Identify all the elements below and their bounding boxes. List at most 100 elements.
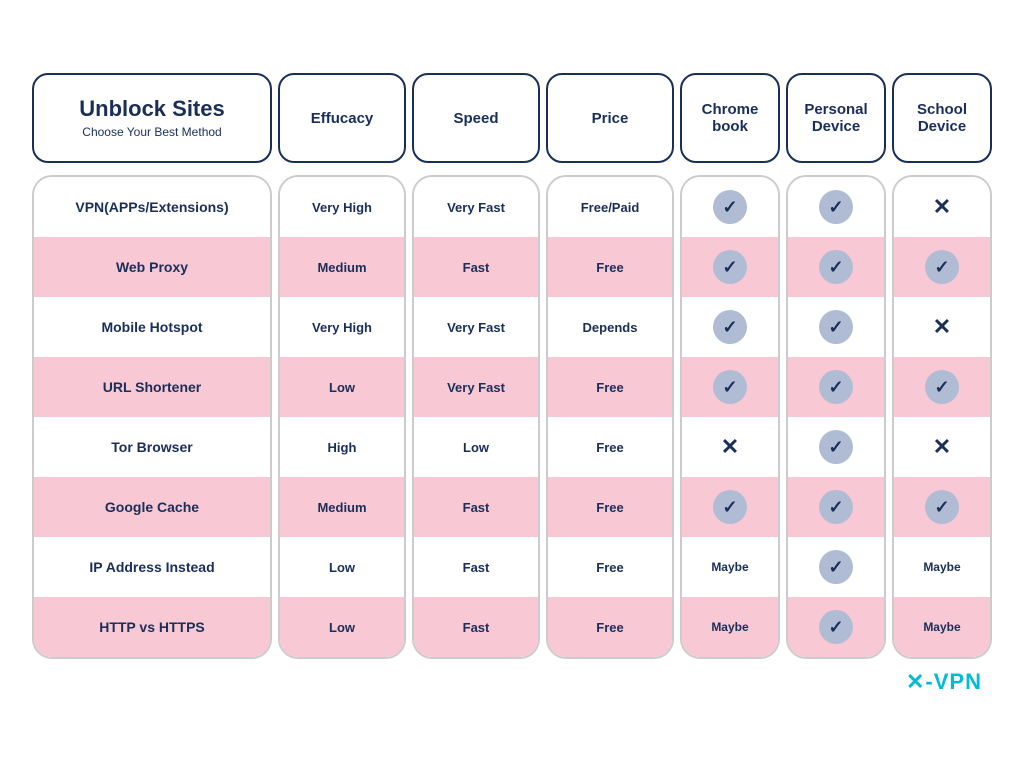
speed-cell: Low	[414, 417, 538, 477]
x-icon: ✕	[933, 314, 951, 340]
school-cell: ✕	[894, 297, 990, 357]
efficacy-cell: Very High	[280, 177, 404, 237]
method-cell: Mobile Hotspot	[34, 297, 270, 357]
school-cell: ✓	[894, 237, 990, 297]
chromebook-cell: ✓	[682, 297, 778, 357]
method-cell: Tor Browser	[34, 417, 270, 477]
check-icon: ✓	[819, 610, 853, 644]
x-icon: ✕	[933, 194, 951, 220]
price-cell: Free	[548, 597, 672, 657]
price-cell: Free	[548, 237, 672, 297]
speed-cell: Fast	[414, 237, 538, 297]
check-icon: ✓	[713, 310, 747, 344]
speed-column: Very FastFastVery FastVery FastLowFastFa…	[412, 175, 540, 659]
school-cell: Maybe	[894, 597, 990, 657]
x-icon: ✕	[933, 434, 951, 460]
header-title-cell: Unblock Sites Choose Your Best Method	[32, 73, 272, 163]
header-price: Price	[546, 73, 674, 163]
price-cell: Free	[548, 477, 672, 537]
chromebook-cell: Maybe	[682, 597, 778, 657]
body-section: VPN(APPs/Extensions)Web ProxyMobile Hots…	[32, 175, 992, 659]
personal-cell: ✓	[788, 357, 884, 417]
school-cell: ✓	[894, 477, 990, 537]
check-icon: ✓	[713, 490, 747, 524]
school-cell: ✓	[894, 357, 990, 417]
main-title: Unblock Sites	[79, 97, 224, 121]
personal-cell: ✓	[788, 177, 884, 237]
chromebook-cell: ✓	[682, 477, 778, 537]
price-cell: Free	[548, 537, 672, 597]
check-icon: ✓	[713, 250, 747, 284]
personal-cell: ✓	[788, 597, 884, 657]
chromebook-cell: ✓	[682, 177, 778, 237]
chromebook-cell: ✓	[682, 237, 778, 297]
personal-cell: ✓	[788, 237, 884, 297]
personal-cell: ✓	[788, 477, 884, 537]
efficacy-cell: Low	[280, 597, 404, 657]
personal-cell: ✓	[788, 537, 884, 597]
method-cell: URL Shortener	[34, 357, 270, 417]
efficacy-cell: Medium	[280, 237, 404, 297]
efficacy-cell: Low	[280, 537, 404, 597]
chromebook-cell: ✓	[682, 357, 778, 417]
check-icon: ✓	[925, 370, 959, 404]
price-cell: Free	[548, 417, 672, 477]
logo: ✕-VPN	[906, 669, 982, 695]
header-efficacy: Effucacy	[278, 73, 406, 163]
x-icon: ✕	[721, 434, 739, 460]
maybe-text: Maybe	[711, 560, 748, 574]
method-cell: HTTP vs HTTPS	[34, 597, 270, 657]
personal-column: ✓ ✓ ✓ ✓ ✓ ✓ ✓ ✓	[786, 175, 886, 659]
check-icon: ✓	[925, 250, 959, 284]
maybe-text: Maybe	[923, 620, 960, 634]
header-personal: Personal Device	[786, 73, 886, 163]
efficacy-cell: Medium	[280, 477, 404, 537]
table-wrapper: Unblock Sites Choose Your Best Method Ef…	[32, 73, 992, 659]
header-speed: Speed	[412, 73, 540, 163]
method-cell: Google Cache	[34, 477, 270, 537]
personal-cell: ✓	[788, 297, 884, 357]
header-school: School Device	[892, 73, 992, 163]
school-cell: ✕	[894, 417, 990, 477]
efficacy-cell: Low	[280, 357, 404, 417]
price-cell: Free	[548, 357, 672, 417]
check-icon: ✓	[713, 190, 747, 224]
check-icon: ✓	[925, 490, 959, 524]
efficacy-cell: Very High	[280, 297, 404, 357]
check-icon: ✓	[819, 190, 853, 224]
efficacy-column: Very HighMediumVery HighLowHighMediumLow…	[278, 175, 406, 659]
maybe-text: Maybe	[923, 560, 960, 574]
personal-cell: ✓	[788, 417, 884, 477]
chromebook-column: ✓ ✓ ✓ ✓ ✕ ✓ Maybe Maybe	[680, 175, 780, 659]
method-cell: Web Proxy	[34, 237, 270, 297]
chromebook-cell: Maybe	[682, 537, 778, 597]
school-column: ✕ ✓ ✕ ✓ ✕ ✓ Maybe Maybe	[892, 175, 992, 659]
check-icon: ✓	[713, 370, 747, 404]
methods-column: VPN(APPs/Extensions)Web ProxyMobile Hots…	[32, 175, 272, 659]
check-icon: ✓	[819, 310, 853, 344]
check-icon: ✓	[819, 370, 853, 404]
header-chromebook: Chrome book	[680, 73, 780, 163]
method-cell: VPN(APPs/Extensions)	[34, 177, 270, 237]
price-cell: Depends	[548, 297, 672, 357]
main-container: Unblock Sites Choose Your Best Method Ef…	[12, 53, 1012, 715]
header-row: Unblock Sites Choose Your Best Method Ef…	[32, 73, 992, 163]
method-cell: IP Address Instead	[34, 537, 270, 597]
price-column: Free/PaidFreeDependsFreeFreeFreeFreeFree	[546, 175, 674, 659]
speed-cell: Fast	[414, 597, 538, 657]
check-icon: ✓	[819, 430, 853, 464]
logo-area: ✕-VPN	[32, 659, 992, 695]
chromebook-cell: ✕	[682, 417, 778, 477]
check-icon: ✓	[819, 550, 853, 584]
school-cell: ✕	[894, 177, 990, 237]
efficacy-cell: High	[280, 417, 404, 477]
speed-cell: Fast	[414, 477, 538, 537]
speed-cell: Fast	[414, 537, 538, 597]
check-icon: ✓	[819, 490, 853, 524]
check-icon: ✓	[819, 250, 853, 284]
maybe-text: Maybe	[711, 620, 748, 634]
speed-cell: Very Fast	[414, 357, 538, 417]
price-cell: Free/Paid	[548, 177, 672, 237]
speed-cell: Very Fast	[414, 297, 538, 357]
sub-title: Choose Your Best Method	[82, 125, 221, 139]
